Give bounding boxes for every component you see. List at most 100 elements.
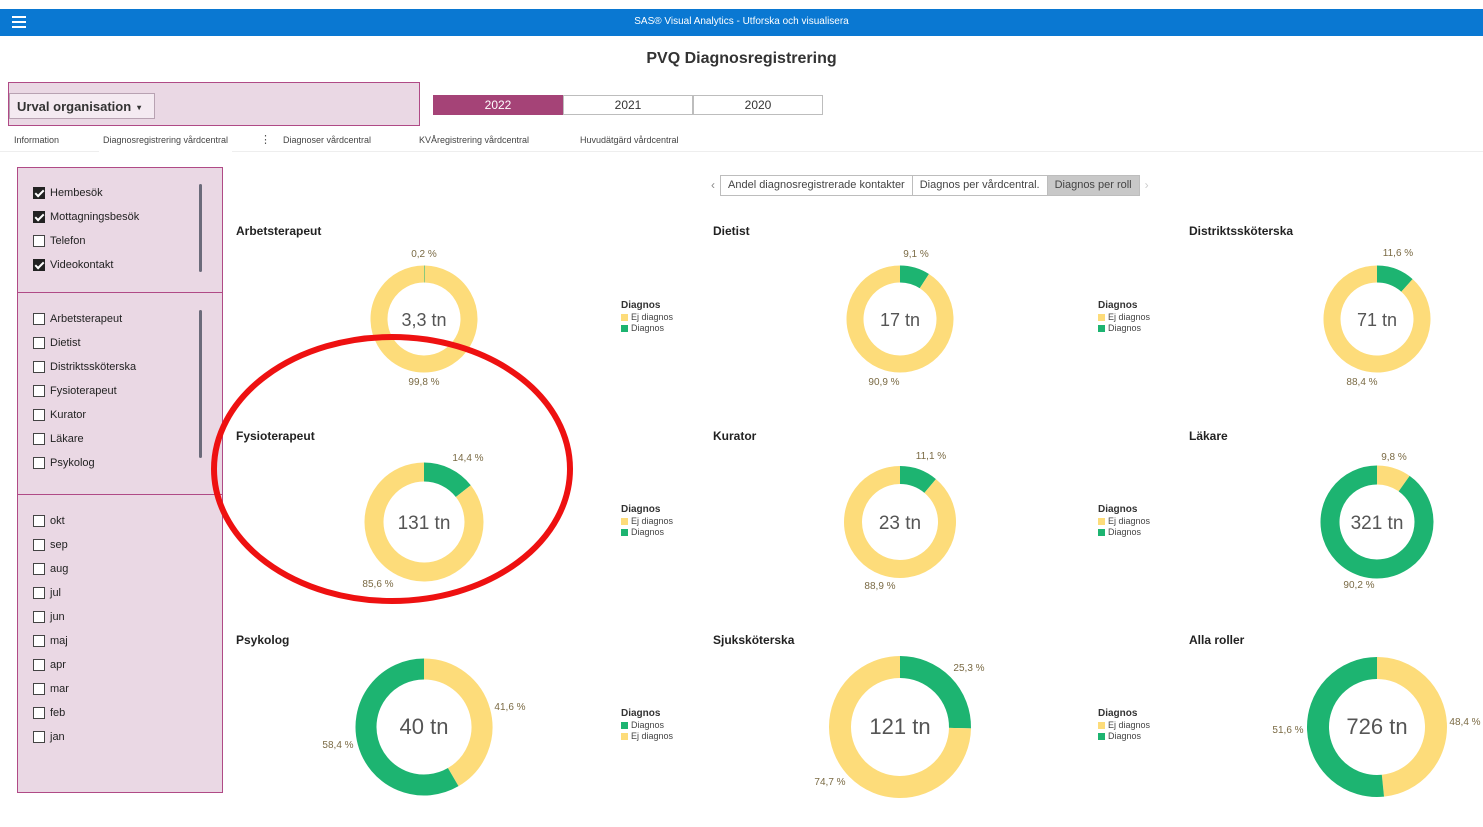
checkbox-unchecked[interactable] bbox=[33, 683, 45, 695]
year-button-2020[interactable]: 2020 bbox=[693, 95, 823, 115]
donut-slice-diagnos[interactable] bbox=[1307, 657, 1385, 797]
legend-label: Diagnos bbox=[1108, 731, 1142, 741]
legend-item[interactable]: Ej diagnos bbox=[1098, 720, 1150, 731]
checkbox-unchecked[interactable] bbox=[33, 337, 45, 349]
donut-slice-diagnos[interactable] bbox=[1376, 265, 1413, 293]
legend-item[interactable]: Ej diagnos bbox=[621, 312, 673, 323]
filter-option-maj[interactable]: maj bbox=[33, 632, 68, 650]
filter-option-apr[interactable]: apr bbox=[33, 656, 66, 674]
checkbox-unchecked[interactable] bbox=[33, 313, 45, 325]
checkbox-unchecked[interactable] bbox=[33, 731, 45, 743]
checkbox-unchecked[interactable] bbox=[33, 433, 45, 445]
tab-diagnoser[interactable]: Diagnoser vårdcentral bbox=[279, 128, 375, 152]
filter-option-kurator[interactable]: Kurator bbox=[33, 406, 86, 424]
filter-option-jun[interactable]: jun bbox=[33, 608, 65, 626]
legend-item[interactable]: Ej diagnos bbox=[621, 516, 673, 527]
checkbox-unchecked[interactable] bbox=[33, 361, 45, 373]
checkbox-unchecked[interactable] bbox=[33, 385, 45, 397]
donut-slice-diagnos[interactable] bbox=[1320, 465, 1434, 579]
donut-slice-ej-diagnos[interactable] bbox=[423, 658, 493, 787]
filter-option-jan[interactable]: jan bbox=[33, 728, 65, 746]
filter-option-label: Dietist bbox=[50, 337, 81, 349]
role-filter-scrollbar[interactable] bbox=[199, 310, 202, 458]
legend-item[interactable]: Diagnos bbox=[1098, 731, 1150, 742]
donut-slice-diagnos[interactable] bbox=[899, 656, 971, 729]
tab-information[interactable]: Information bbox=[10, 128, 63, 152]
legend-item[interactable]: Diagnos bbox=[621, 323, 673, 334]
nav-button-per-roll[interactable]: Diagnos per roll bbox=[1046, 174, 1140, 196]
tab-huvudatgard[interactable]: Huvudätgärd vårdcentral bbox=[576, 128, 683, 152]
legend-item[interactable]: Diagnos bbox=[1098, 323, 1150, 334]
checkbox-unchecked[interactable] bbox=[33, 515, 45, 527]
top-banner-fragment bbox=[0, 0, 1483, 9]
filter-option-sep[interactable]: sep bbox=[33, 536, 68, 554]
checkbox-unchecked[interactable] bbox=[33, 409, 45, 421]
filter-option-jul[interactable]: jul bbox=[33, 584, 61, 602]
nav-button-andel[interactable]: Andel diagnosregistrerade kontakter bbox=[720, 174, 912, 196]
nav-button-per-vardcentral[interactable]: Diagnos per vårdcentral. bbox=[911, 174, 1047, 196]
app-bar: SAS® Visual Analytics - Utforska och vis… bbox=[0, 9, 1483, 36]
donut-slice-ej-diagnos[interactable] bbox=[364, 462, 484, 582]
year-button-2022[interactable]: 2022 bbox=[433, 95, 563, 115]
donut-slice-diagnos[interactable] bbox=[899, 265, 929, 289]
filter-option-mar[interactable]: mar bbox=[33, 680, 69, 698]
checkbox-unchecked[interactable] bbox=[33, 587, 45, 599]
donut-slice-diagnos[interactable] bbox=[899, 466, 936, 494]
year-button-2021[interactable]: 2021 bbox=[563, 95, 693, 115]
slice-value-label: 9,1 % bbox=[903, 249, 929, 260]
nav-next-icon[interactable]: › bbox=[1140, 178, 1154, 192]
checkbox-unchecked[interactable] bbox=[33, 235, 45, 247]
legend-title: Diagnos bbox=[1098, 300, 1138, 311]
checkbox-unchecked[interactable] bbox=[33, 707, 45, 719]
filter-option-feb[interactable]: feb bbox=[33, 704, 65, 722]
tab-kva-registrering[interactable]: KVÅregistrering vårdcentral bbox=[415, 128, 533, 152]
report-title: PVQ Diagnosregistrering bbox=[646, 50, 837, 67]
year-selector: 2022 2021 2020 bbox=[433, 95, 823, 115]
filter-option-aug[interactable]: aug bbox=[33, 560, 68, 578]
checkbox-checked[interactable] bbox=[33, 187, 45, 199]
chart-title: Psykolog bbox=[236, 633, 290, 647]
donut-slice-ej-diagnos[interactable] bbox=[1323, 265, 1431, 373]
donut-slice-ej-diagnos[interactable] bbox=[1376, 657, 1447, 797]
donut-slice-diagnos[interactable] bbox=[355, 658, 459, 796]
contact-type-filter: Hembesök Mottagningsbesök Telefon Videokont… bbox=[18, 168, 222, 292]
checkbox-checked[interactable] bbox=[33, 259, 45, 271]
filter-option-videokontakt[interactable]: Videokontakt bbox=[33, 256, 113, 274]
contact-filter-scrollbar[interactable] bbox=[199, 184, 202, 272]
filter-option-distriktssköterska[interactable]: Distriktssköterska bbox=[33, 358, 136, 376]
checkbox-checked[interactable] bbox=[33, 211, 45, 223]
donut-slice-ej-diagnos[interactable] bbox=[1376, 465, 1410, 492]
donut-slice-ej-diagnos[interactable] bbox=[844, 466, 956, 578]
checkbox-unchecked[interactable] bbox=[33, 539, 45, 551]
donut-slice-diagnos[interactable] bbox=[423, 462, 471, 498]
checkbox-unchecked[interactable] bbox=[33, 457, 45, 469]
legend-item[interactable]: Ej diagnos bbox=[1098, 312, 1150, 323]
checkbox-unchecked[interactable] bbox=[33, 659, 45, 671]
filter-option-hembesök[interactable]: Hembesök bbox=[33, 184, 103, 202]
filter-option-fysioterapeut[interactable]: Fysioterapeut bbox=[33, 382, 117, 400]
filter-option-dietist[interactable]: Dietist bbox=[33, 334, 81, 352]
legend-label: Diagnos bbox=[631, 323, 665, 333]
legend-item[interactable]: Ej diagnos bbox=[621, 731, 673, 742]
filter-option-arbetsterapeut[interactable]: Arbetsterapeut bbox=[33, 310, 122, 328]
legend-item[interactable]: Diagnos bbox=[621, 720, 673, 731]
filter-option-telefon[interactable]: Telefon bbox=[33, 232, 85, 250]
checkbox-unchecked[interactable] bbox=[33, 635, 45, 647]
donut-slice-ej-diagnos[interactable] bbox=[370, 265, 478, 373]
donut-slice-ej-diagnos[interactable] bbox=[829, 656, 971, 798]
legend-item[interactable]: Ej diagnos bbox=[1098, 516, 1150, 527]
filter-option-okt[interactable]: okt bbox=[33, 512, 65, 530]
filter-option-psykolog[interactable]: Psykolog bbox=[33, 454, 95, 472]
nav-prev-icon[interactable]: ‹ bbox=[706, 178, 720, 192]
organisation-dropdown[interactable]: Urval organisation ▾ bbox=[9, 93, 155, 119]
tab-more-icon[interactable]: ⋮ bbox=[260, 128, 271, 152]
legend-item[interactable]: Diagnos bbox=[621, 527, 673, 538]
checkbox-unchecked[interactable] bbox=[33, 611, 45, 623]
legend-item[interactable]: Diagnos bbox=[1098, 527, 1150, 538]
tab-diagnosregistrering[interactable]: Diagnosregistrering vårdcentral bbox=[99, 128, 233, 152]
slice-value-label: 88,9 % bbox=[864, 581, 895, 592]
filter-option-läkare[interactable]: Läkare bbox=[33, 430, 84, 448]
filter-option-mottagningsbesök[interactable]: Mottagningsbesök bbox=[33, 208, 139, 226]
checkbox-unchecked[interactable] bbox=[33, 563, 45, 575]
donut-slice-ej-diagnos[interactable] bbox=[846, 265, 954, 373]
